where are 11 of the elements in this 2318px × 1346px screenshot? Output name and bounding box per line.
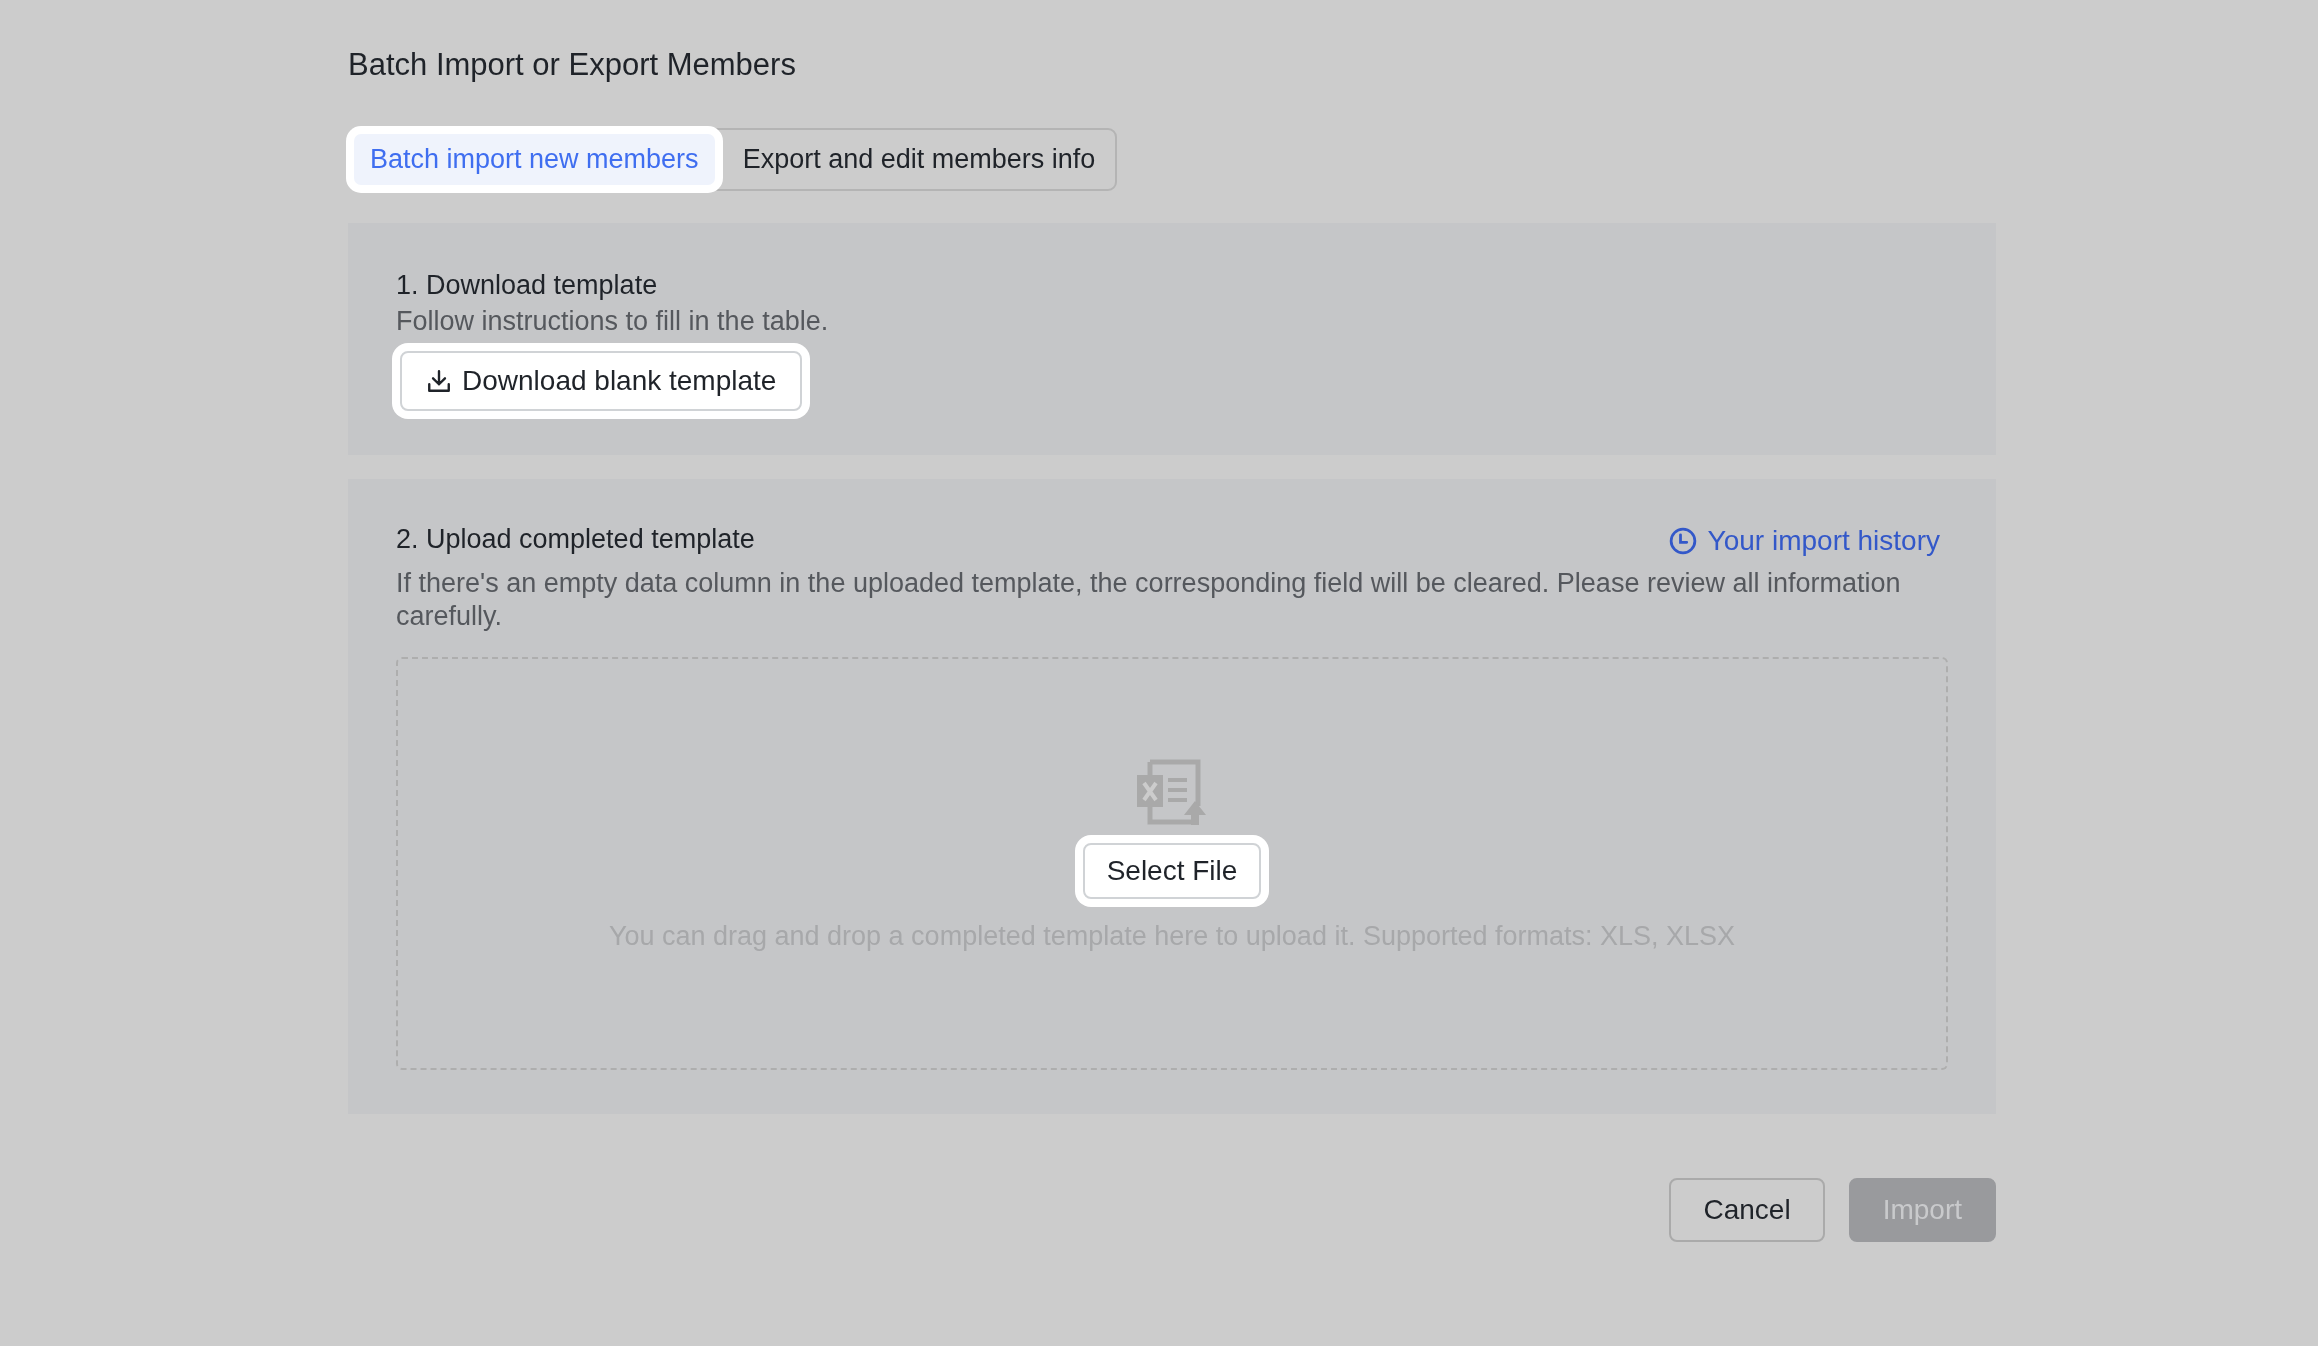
section-heading: 2. Upload completed template [396,523,755,556]
tab[interactable]: Export and edit members info [726,134,1112,185]
section-hint: Follow instructions to fill in the table. [396,305,830,338]
clock-icon [1667,526,1698,556]
import-history-link[interactable]: Your import history [1667,525,1940,557]
download-icon [426,368,452,394]
notice-text: If there's an empty data column in the uploaded template, the corresponding field will be cleared. Please review all information carefully. [396,567,1902,633]
cancel-button[interactable]: Cancel [1669,1178,1825,1242]
dialog-title: Batch Import or Export Members [348,46,797,84]
spreadsheet-upload-icon [1137,759,1207,825]
section-heading: 1. Download template [396,269,659,302]
